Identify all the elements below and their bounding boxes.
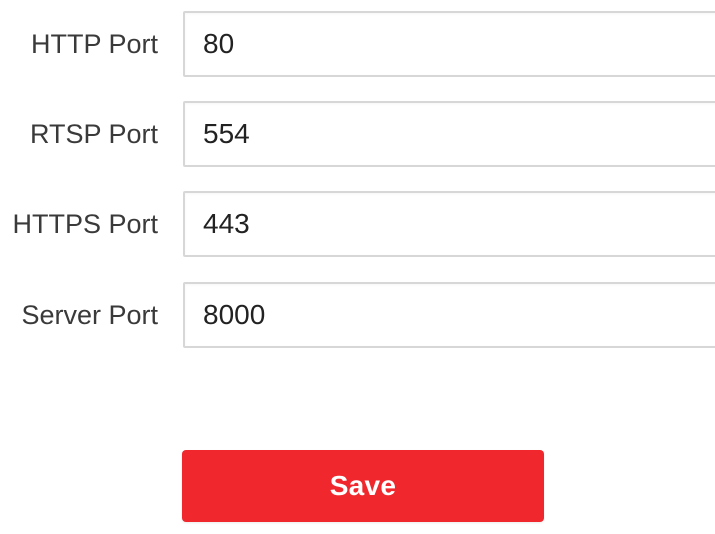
- https-port-label: HTTPS Port: [12, 209, 158, 239]
- http-port-field-box: [183, 11, 715, 77]
- server-port-input[interactable]: [185, 284, 715, 346]
- rtsp-port-label: RTSP Port: [29, 119, 158, 149]
- rtsp-port-input[interactable]: [185, 103, 715, 165]
- port-settings-form: HTTP Port RTSP Port HTTPS Port Server Po…: [0, 0, 715, 534]
- server-port-field-box: [183, 282, 715, 348]
- https-port-field-box: [183, 191, 715, 257]
- https-port-row: HTTPS Port: [0, 191, 715, 261]
- http-port-input[interactable]: [185, 13, 715, 75]
- server-port-label: Server Port: [21, 300, 158, 330]
- server-port-row: Server Port: [0, 282, 715, 352]
- save-button[interactable]: Save: [182, 450, 544, 522]
- rtsp-port-row: RTSP Port: [0, 101, 715, 171]
- https-port-input[interactable]: [185, 193, 715, 255]
- http-port-label: HTTP Port: [30, 29, 158, 59]
- rtsp-port-field-box: [183, 101, 715, 167]
- http-port-row: HTTP Port: [0, 11, 715, 81]
